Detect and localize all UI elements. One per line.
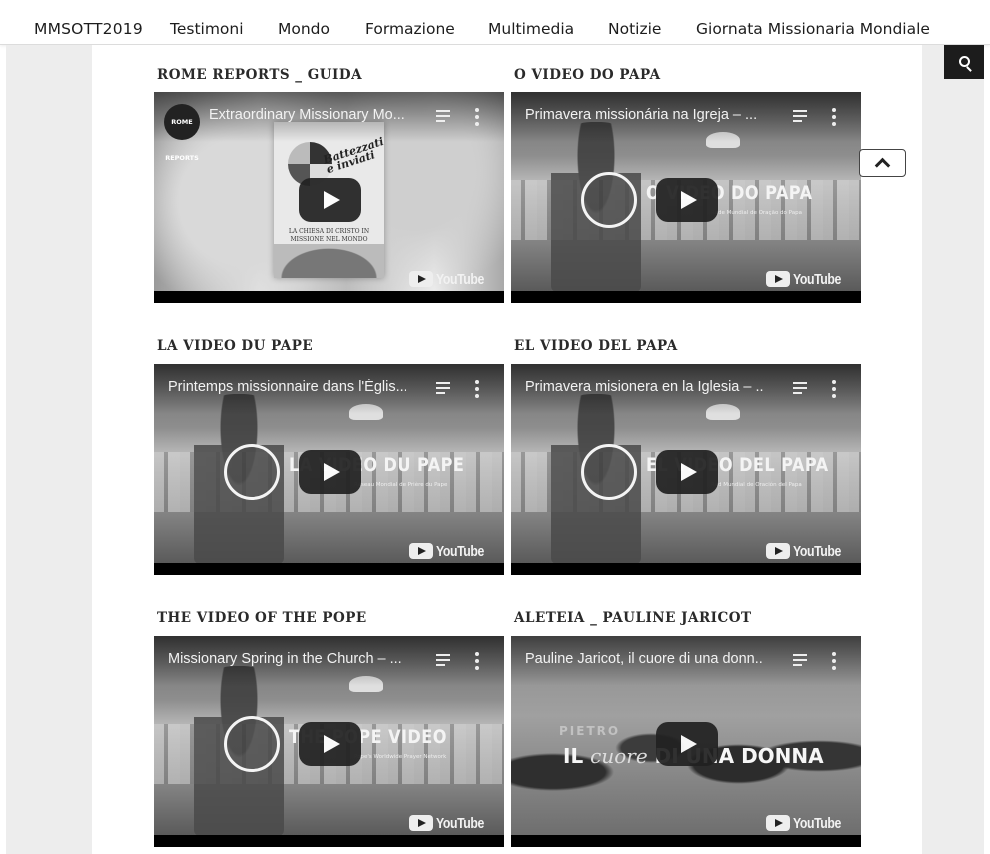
playlist-icon[interactable] [793,110,811,126]
more-options-icon[interactable] [831,380,837,398]
nav-item-testimoni[interactable]: Testimoni [170,0,244,44]
video-title[interactable]: Pauline Jaricot, il cuore di una donn... [525,651,763,667]
youtube-icon [408,543,433,559]
video-embed[interactable]: PIETRO IL cuore DI UNA DONNA Pauline Jar… [511,636,861,847]
youtube-icon [765,543,790,559]
search-icon [959,56,970,67]
more-options-icon[interactable] [831,652,837,670]
video-embed[interactable]: Battezzati e inviati LA CHIESA DI CRISTO… [154,92,504,303]
more-options-icon[interactable] [474,108,480,126]
more-options-icon[interactable] [474,652,480,670]
pope-video-logo [581,444,637,500]
nav-item-notizie[interactable]: Notizie [608,0,661,44]
top-navigation: MMSOTT2019 Testimoni Mondo Formazione Mu… [0,0,990,45]
playlist-icon[interactable] [793,654,811,670]
play-button[interactable] [299,450,361,494]
channel-avatar[interactable]: ROME REPORTS [164,104,200,162]
pope-video-logo [224,444,280,500]
playlist-icon[interactable] [793,382,811,398]
youtube-icon [765,815,790,831]
play-button[interactable] [656,450,718,494]
playlist-icon[interactable] [436,654,454,670]
play-button[interactable] [299,178,361,222]
section-heading: THE VIDEO OF THE POPE [157,610,367,626]
pope-video-logo [581,172,637,228]
video-title[interactable]: Missionary Spring in the Church – ... [168,651,406,667]
playlist-icon[interactable] [436,110,454,126]
video-embed[interactable]: EL VIDEO DEL PAPA Red Mundial de Oración… [511,364,861,575]
youtube-logo[interactable]: YouTube [765,814,851,832]
nav-item-giornata-missionaria[interactable]: Giornata Missionaria Mondiale [696,0,930,44]
youtube-icon [408,815,433,831]
play-button[interactable] [299,722,361,766]
play-button[interactable] [656,722,718,766]
nav-brand-link[interactable]: MMSOTT2019 [34,0,143,44]
more-options-icon[interactable] [474,380,480,398]
pope-video-logo [224,716,280,772]
play-button[interactable] [656,178,718,222]
youtube-icon [765,271,790,287]
youtube-logo[interactable]: YouTube [765,270,851,288]
video-title[interactable]: Primavera misionera en la Iglesia – ... [525,379,763,395]
video-embed[interactable]: O VIDEO DO PAPA Rede Mundial de Oração d… [511,92,861,303]
youtube-logo[interactable]: YouTube [408,814,494,832]
section-heading: ALETEIA _ PAULINE JARICOT [514,610,752,626]
youtube-logo[interactable]: YouTube [408,542,494,560]
search-button[interactable] [944,45,984,79]
section-heading: LA VIDEO DU PAPE [157,338,314,354]
more-options-icon[interactable] [831,108,837,126]
section-heading: ROME REPORTS _ GUIDA [157,67,363,83]
video-title[interactable]: Primavera missionária na Igreja – ... [525,107,763,123]
nav-item-multimedia[interactable]: Multimedia [488,0,574,44]
video-embed[interactable]: THE POPE VIDEO Pope's Worldwide Prayer N… [154,636,504,847]
playlist-icon[interactable] [436,382,454,398]
youtube-logo[interactable]: YouTube [765,542,851,560]
nav-item-mondo[interactable]: Mondo [278,0,330,44]
section-heading: O VIDEO DO PAPA [514,67,661,83]
youtube-icon [408,271,433,287]
video-embed[interactable]: LA VIDEO DU PAPE Réseau Mondial de Prièr… [154,364,504,575]
video-title[interactable]: Extraordinary Missionary Mo... [209,107,447,123]
nav-item-formazione[interactable]: Formazione [365,0,455,44]
section-heading: EL VIDEO DEL PAPA [514,338,678,354]
video-title[interactable]: Printemps missionnaire dans l'Églis... [168,379,406,395]
youtube-logo[interactable]: YouTube [408,270,494,288]
scroll-to-top-button[interactable] [859,149,906,177]
